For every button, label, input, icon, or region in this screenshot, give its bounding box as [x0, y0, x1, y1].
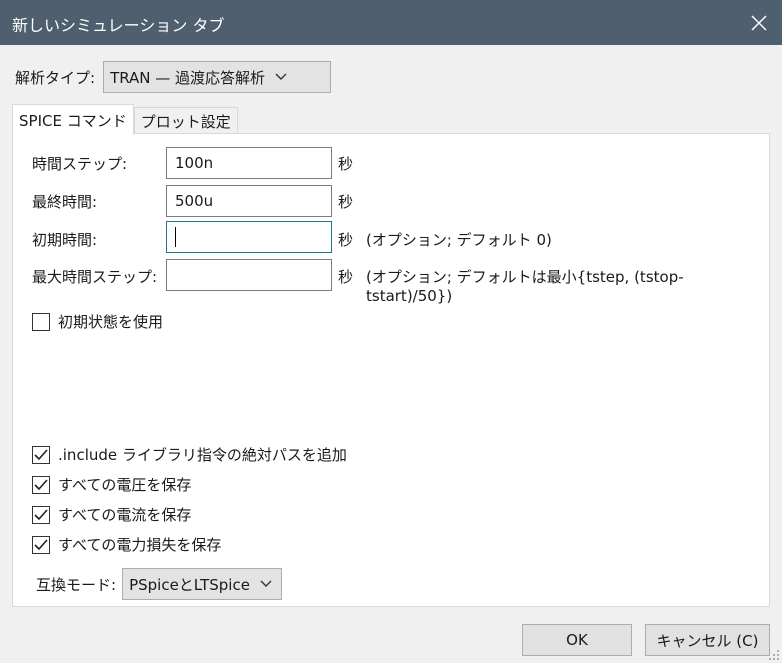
start-time-unit: 秒 [338, 231, 354, 249]
stop-time-value: 500u [175, 192, 214, 210]
checkbox-label: すべての電流を保存 [58, 506, 192, 524]
save-all-voltages-checkbox[interactable]: すべての電圧を保存 [32, 474, 191, 495]
compat-mode-label: 互換モード: [36, 575, 117, 594]
stop-time-label: 最終時間: [32, 193, 98, 211]
close-button[interactable] [736, 0, 782, 45]
stop-time-unit: 秒 [338, 193, 354, 211]
time-step-value: 100n [175, 154, 214, 172]
tab-bar: SPICE コマンド プロット設定 [12, 104, 238, 135]
checkbox-label: .include ライブラリ指令の絶対パスを追加 [58, 446, 347, 464]
tab-spice-command[interactable]: SPICE コマンド [12, 104, 134, 135]
checkmark-icon [34, 538, 48, 550]
chevron-down-icon [260, 580, 272, 587]
checkbox-box [32, 535, 50, 554]
time-step-unit: 秒 [338, 155, 354, 173]
close-icon [751, 14, 767, 31]
use-initial-conditions-checkbox[interactable]: 初期状態を使用 [32, 311, 163, 332]
checkmark-icon [34, 448, 48, 460]
compat-mode-select[interactable]: PSpiceとLTSpice [122, 568, 283, 600]
save-all-currents-checkbox[interactable]: すべての電流を保存 [32, 504, 191, 525]
ok-button[interactable]: OK [522, 624, 632, 656]
max-step-note: (オプション; デフォルトは最小{tstep, (tstop-tstart)/5… [366, 268, 684, 305]
tab-plot-settings-label: プロット設定 [140, 112, 231, 131]
start-time-input[interactable] [166, 221, 332, 253]
add-include-path-checkbox[interactable]: .include ライブラリ指令の絶対パスを追加 [32, 444, 347, 465]
checkbox-box [32, 475, 50, 494]
checkbox-label: すべての電圧を保存 [58, 476, 192, 494]
max-step-unit: 秒 [338, 268, 354, 286]
compat-mode-row: 互換モード: PSpiceとLTSpice [36, 568, 283, 600]
spice-command-panel: 時間ステップ: 100n 秒 最終時間: 500u 秒 初期時間: 秒 (オプシ… [12, 133, 770, 607]
checkbox-label: 初期状態を使用 [58, 313, 164, 331]
time-step-label: 時間ステップ: [32, 155, 128, 173]
compat-mode-value: PSpiceとLTSpice [129, 575, 250, 594]
cancel-button-label: キャンセル (C) [656, 631, 759, 650]
cancel-button[interactable]: キャンセル (C) [645, 624, 770, 656]
analysis-type-select[interactable]: TRAN — 過渡応答解析 [103, 61, 332, 93]
checkmark-icon [34, 478, 48, 490]
checkbox-box [32, 445, 50, 464]
analysis-type-value: TRAN — 過渡応答解析 [110, 68, 266, 87]
max-step-input[interactable] [166, 259, 332, 291]
time-step-input[interactable]: 100n [166, 147, 332, 179]
analysis-type-row: 解析タイプ: TRAN — 過渡応答解析 [15, 61, 332, 93]
checkbox-box [32, 505, 50, 524]
checkmark-icon [34, 508, 48, 520]
ok-button-label: OK [566, 631, 588, 649]
checkbox-box [32, 312, 50, 331]
title-bar: 新しいシミュレーション タブ [0, 0, 782, 45]
resize-grip-icon[interactable] [768, 649, 780, 661]
window-title: 新しいシミュレーション タブ [12, 16, 225, 35]
chevron-down-icon [275, 73, 287, 80]
start-time-note: (オプション; デフォルト 0) [366, 231, 552, 249]
start-time-label: 初期時間: [32, 231, 98, 249]
analysis-type-label: 解析タイプ: [15, 68, 96, 87]
text-caret [175, 227, 176, 247]
checkbox-label: すべての電力損失を保存 [58, 536, 222, 554]
stop-time-input[interactable]: 500u [166, 185, 332, 217]
save-all-power-dissipation-checkbox[interactable]: すべての電力損失を保存 [32, 534, 221, 555]
max-step-label: 最大時間ステップ: [32, 268, 158, 286]
tab-spice-command-label: SPICE コマンド [19, 111, 127, 130]
tab-plot-settings[interactable]: プロット設定 [133, 107, 238, 134]
